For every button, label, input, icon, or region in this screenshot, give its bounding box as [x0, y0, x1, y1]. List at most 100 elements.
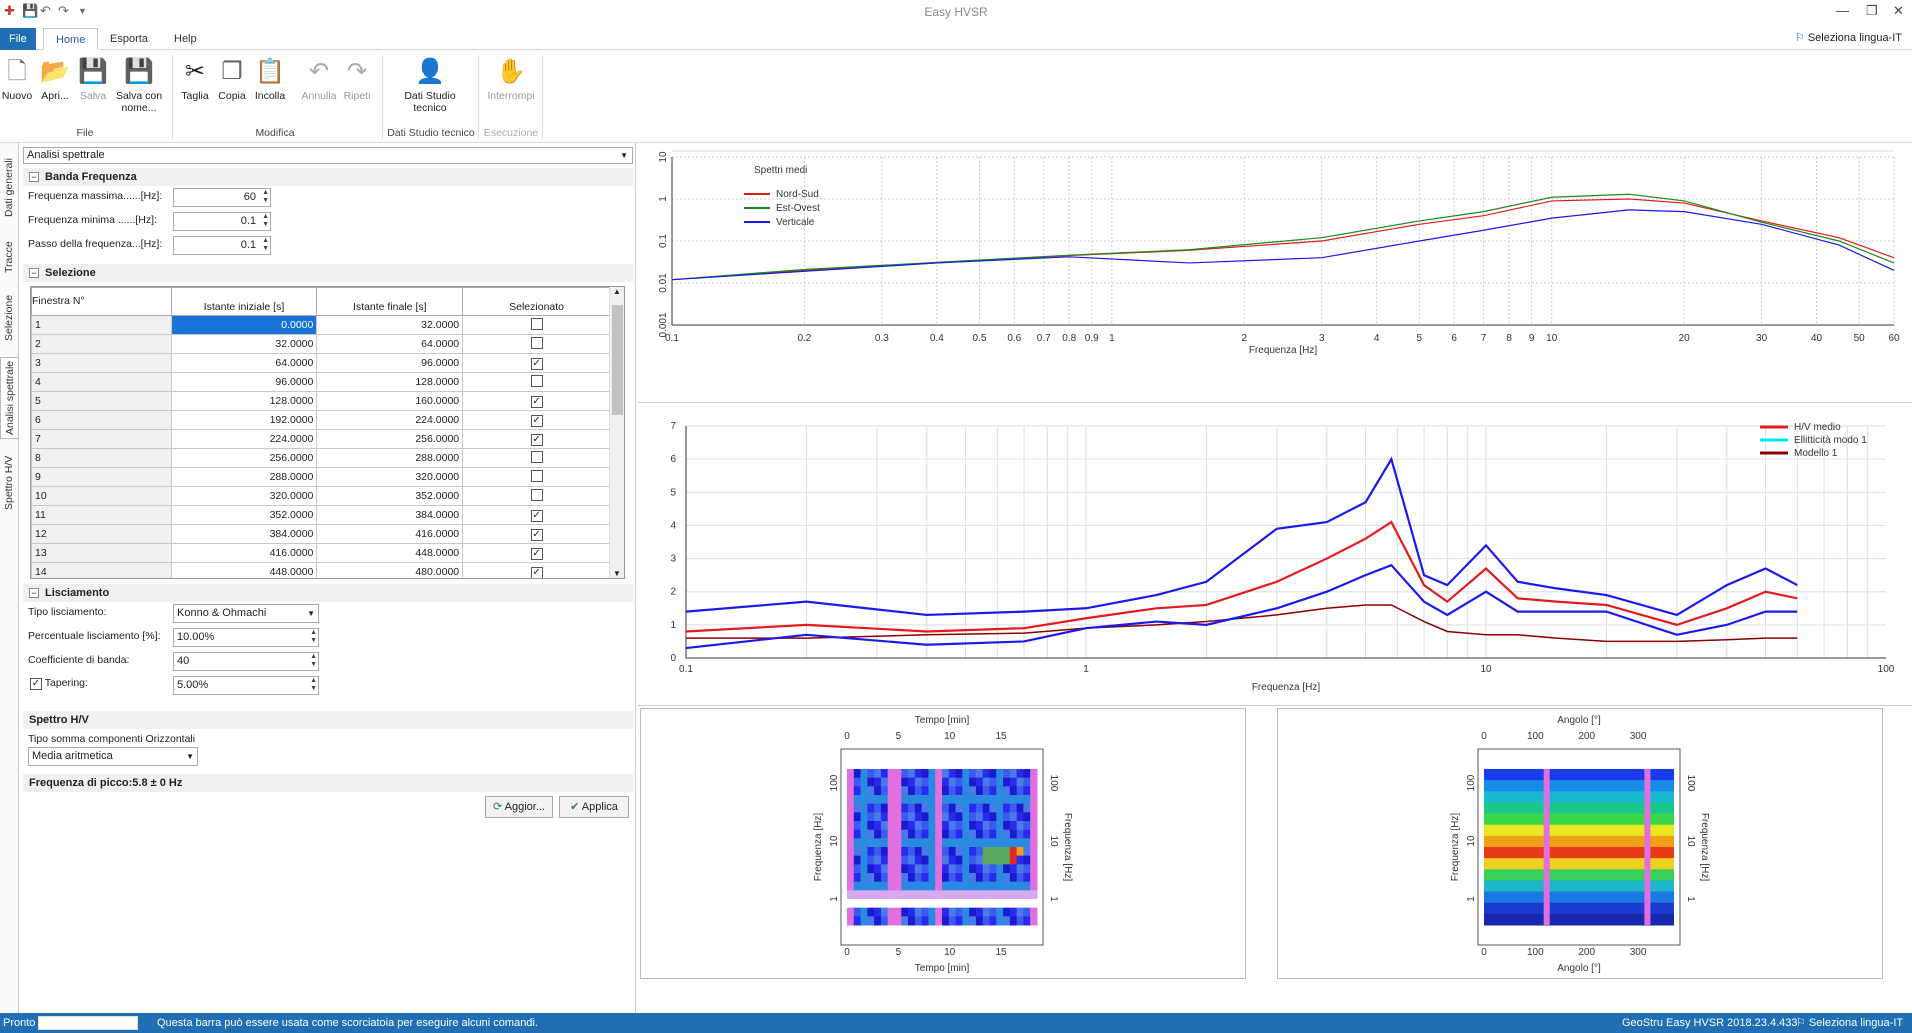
- checkbox-unchecked-icon[interactable]: [530, 336, 543, 349]
- table-row[interactable]: 1 0.0000 32.0000: [31, 315, 611, 335]
- fmax-input[interactable]: 60 ▲ ▼: [173, 188, 271, 207]
- spinner-icon[interactable]: ▲ ▼: [310, 677, 317, 693]
- checkbox-checked-icon[interactable]: ✓: [530, 357, 543, 370]
- collapse-icon[interactable]: −: [29, 172, 39, 182]
- row-start[interactable]: 416.0000: [170, 543, 318, 563]
- tab-home[interactable]: Home: [43, 28, 99, 50]
- row-end[interactable]: 384.0000: [316, 505, 464, 525]
- scroll-down-icon[interactable]: ▼: [610, 569, 624, 578]
- status-language[interactable]: ⚐ Seleziona lingua-IT: [1796, 1013, 1903, 1033]
- row-start[interactable]: 288.0000: [170, 467, 318, 487]
- row-end[interactable]: 416.0000: [316, 524, 464, 544]
- row-end[interactable]: 288.0000: [316, 448, 464, 468]
- collapse-icon[interactable]: −: [29, 268, 39, 278]
- row-start[interactable]: 320.0000: [170, 486, 318, 506]
- aggiorna-button[interactable]: ⟳ Aggior...: [485, 796, 553, 818]
- row-end[interactable]: 160.0000: [316, 391, 464, 411]
- passo-input[interactable]: 0.1 ▲ ▼: [173, 236, 271, 255]
- interrompi-button[interactable]: ✋ Interrompi: [483, 57, 539, 102]
- table-row[interactable]: 3 64.0000 96.0000 ✓: [31, 353, 611, 373]
- tab-help[interactable]: Help: [162, 28, 209, 50]
- scroll-up-icon[interactable]: ▲: [610, 287, 624, 296]
- row-start[interactable]: 0.0000: [170, 315, 318, 335]
- language-selector[interactable]: ⚐ Seleziona lingua-IT: [1795, 31, 1902, 44]
- checkbox-unchecked-icon[interactable]: [530, 317, 543, 330]
- row-end[interactable]: 352.0000: [316, 486, 464, 506]
- row-end[interactable]: 224.0000: [316, 410, 464, 430]
- checkbox-checked-icon[interactable]: ✓: [530, 414, 543, 427]
- table-row[interactable]: 2 32.0000 64.0000: [31, 334, 611, 354]
- table-row[interactable]: 13 416.0000 448.0000 ✓: [31, 543, 611, 563]
- table-row[interactable]: 9 288.0000 320.0000: [31, 467, 611, 487]
- salva-button[interactable]: 💾 Salva: [70, 57, 116, 102]
- section-selezione[interactable]: − Selezione: [23, 264, 633, 282]
- tab-file[interactable]: File: [0, 28, 36, 50]
- restore-icon[interactable]: ❐: [1866, 3, 1878, 19]
- checkbox-checked-icon[interactable]: ✓: [30, 678, 42, 690]
- close-icon[interactable]: ✕: [1893, 3, 1904, 19]
- row-start[interactable]: 32.0000: [170, 334, 318, 354]
- row-end[interactable]: 32.0000: [316, 315, 464, 335]
- row-end[interactable]: 480.0000: [316, 562, 464, 578]
- row-start[interactable]: 64.0000: [170, 353, 318, 373]
- spinner-icon[interactable]: ▲ ▼: [262, 237, 269, 253]
- table-row[interactable]: 5 128.0000 160.0000 ✓: [31, 391, 611, 411]
- tab-spettro-hv[interactable]: Spettro H/V: [0, 449, 19, 517]
- grid-scrollbar[interactable]: ▲ ▼: [609, 287, 624, 578]
- table-row[interactable]: 14 448.0000 480.0000 ✓: [31, 562, 611, 578]
- minimize-icon[interactable]: —: [1836, 3, 1849, 18]
- checkbox-unchecked-icon[interactable]: [530, 450, 543, 463]
- row-start[interactable]: 256.0000: [170, 448, 318, 468]
- row-start[interactable]: 128.0000: [170, 391, 318, 411]
- tapering-checkbox[interactable]: ✓ Tapering:: [30, 677, 88, 690]
- row-end[interactable]: 96.0000: [316, 353, 464, 373]
- tapering-input[interactable]: 5.00% ▲ ▼: [173, 676, 319, 695]
- ripeti-button[interactable]: ↷ Ripeti: [334, 57, 380, 102]
- checkbox-unchecked-icon[interactable]: [530, 374, 543, 387]
- windows-grid[interactable]: Finestra N° Istante iniziale [s] Istante…: [30, 286, 625, 579]
- tab-tracce[interactable]: Tracce: [0, 235, 19, 279]
- dati-studio-button[interactable]: 👤 Dati Studio tecnico: [398, 57, 462, 114]
- spinner-icon[interactable]: ▲ ▼: [262, 189, 269, 205]
- table-row[interactable]: 8 256.0000 288.0000: [31, 448, 611, 468]
- spectra-chart[interactable]: 0.1 0.2 0.3 0.4 0.5 0.6 0.7 0.8 0.9 1 2 3 4 5 6 7 8 9 10 20…: [638, 143, 1912, 403]
- fmin-input[interactable]: 0.1 ▲ ▼: [173, 212, 271, 231]
- table-row[interactable]: 7 224.0000 256.0000 ✓: [31, 429, 611, 449]
- applica-button[interactable]: ✔ Applica: [559, 796, 629, 818]
- tab-dati-generali[interactable]: Dati generali: [0, 155, 19, 221]
- tab-esporta[interactable]: Esporta: [98, 28, 160, 50]
- checkbox-checked-icon[interactable]: ✓: [530, 395, 543, 408]
- col-istante-finale[interactable]: Istante finale [s]: [316, 287, 464, 316]
- row-end[interactable]: 128.0000: [316, 372, 464, 392]
- col-finestra[interactable]: Finestra N°: [31, 287, 172, 316]
- row-start[interactable]: 192.0000: [170, 410, 318, 430]
- row-end[interactable]: 320.0000: [316, 467, 464, 487]
- table-row[interactable]: 12 384.0000 416.0000 ✓: [31, 524, 611, 544]
- row-end[interactable]: 256.0000: [316, 429, 464, 449]
- row-start[interactable]: 224.0000: [170, 429, 318, 449]
- table-row[interactable]: 6 192.0000 224.0000 ✓: [31, 410, 611, 430]
- tipo-somma-select[interactable]: Media aritmetica ▼: [28, 747, 198, 766]
- section-banda-frequenza[interactable]: − Banda Frequenza: [23, 168, 633, 186]
- coefficiente-input[interactable]: 40 ▲ ▼: [173, 652, 319, 671]
- table-row[interactable]: 10 320.0000 352.0000: [31, 486, 611, 506]
- section-lisciamento[interactable]: − Lisciamento: [23, 584, 633, 602]
- row-start[interactable]: 384.0000: [170, 524, 318, 544]
- table-row[interactable]: 4 96.0000 128.0000: [31, 372, 611, 392]
- row-end[interactable]: 448.0000: [316, 543, 464, 563]
- checkbox-checked-icon[interactable]: ✓: [530, 547, 543, 560]
- incolla-button[interactable]: 📋 Incolla: [247, 57, 293, 102]
- command-bar[interactable]: Questa barra può essere usata come scorc…: [157, 1013, 538, 1033]
- spinner-icon[interactable]: ▲ ▼: [310, 629, 317, 645]
- tab-analisi-spettrale[interactable]: Analisi spettrale: [0, 357, 19, 439]
- tab-selezione[interactable]: Selezione: [0, 291, 19, 345]
- col-istante-iniziale[interactable]: Istante iniziale [s]: [170, 287, 318, 316]
- percentuale-input[interactable]: 10.00% ▲ ▼: [173, 628, 319, 647]
- mode-select[interactable]: Analisi spettrale ▼: [23, 147, 633, 164]
- checkbox-checked-icon[interactable]: ✓: [530, 566, 543, 578]
- row-start[interactable]: 352.0000: [170, 505, 318, 525]
- time-frequency-chart[interactable]: Tempo [min] Tempo [min] Frequenza [Hz] Freq…: [641, 709, 1245, 978]
- scroll-thumb[interactable]: [612, 305, 623, 415]
- checkbox-unchecked-icon[interactable]: [530, 469, 543, 482]
- table-row[interactable]: 11 352.0000 384.0000 ✓: [31, 505, 611, 525]
